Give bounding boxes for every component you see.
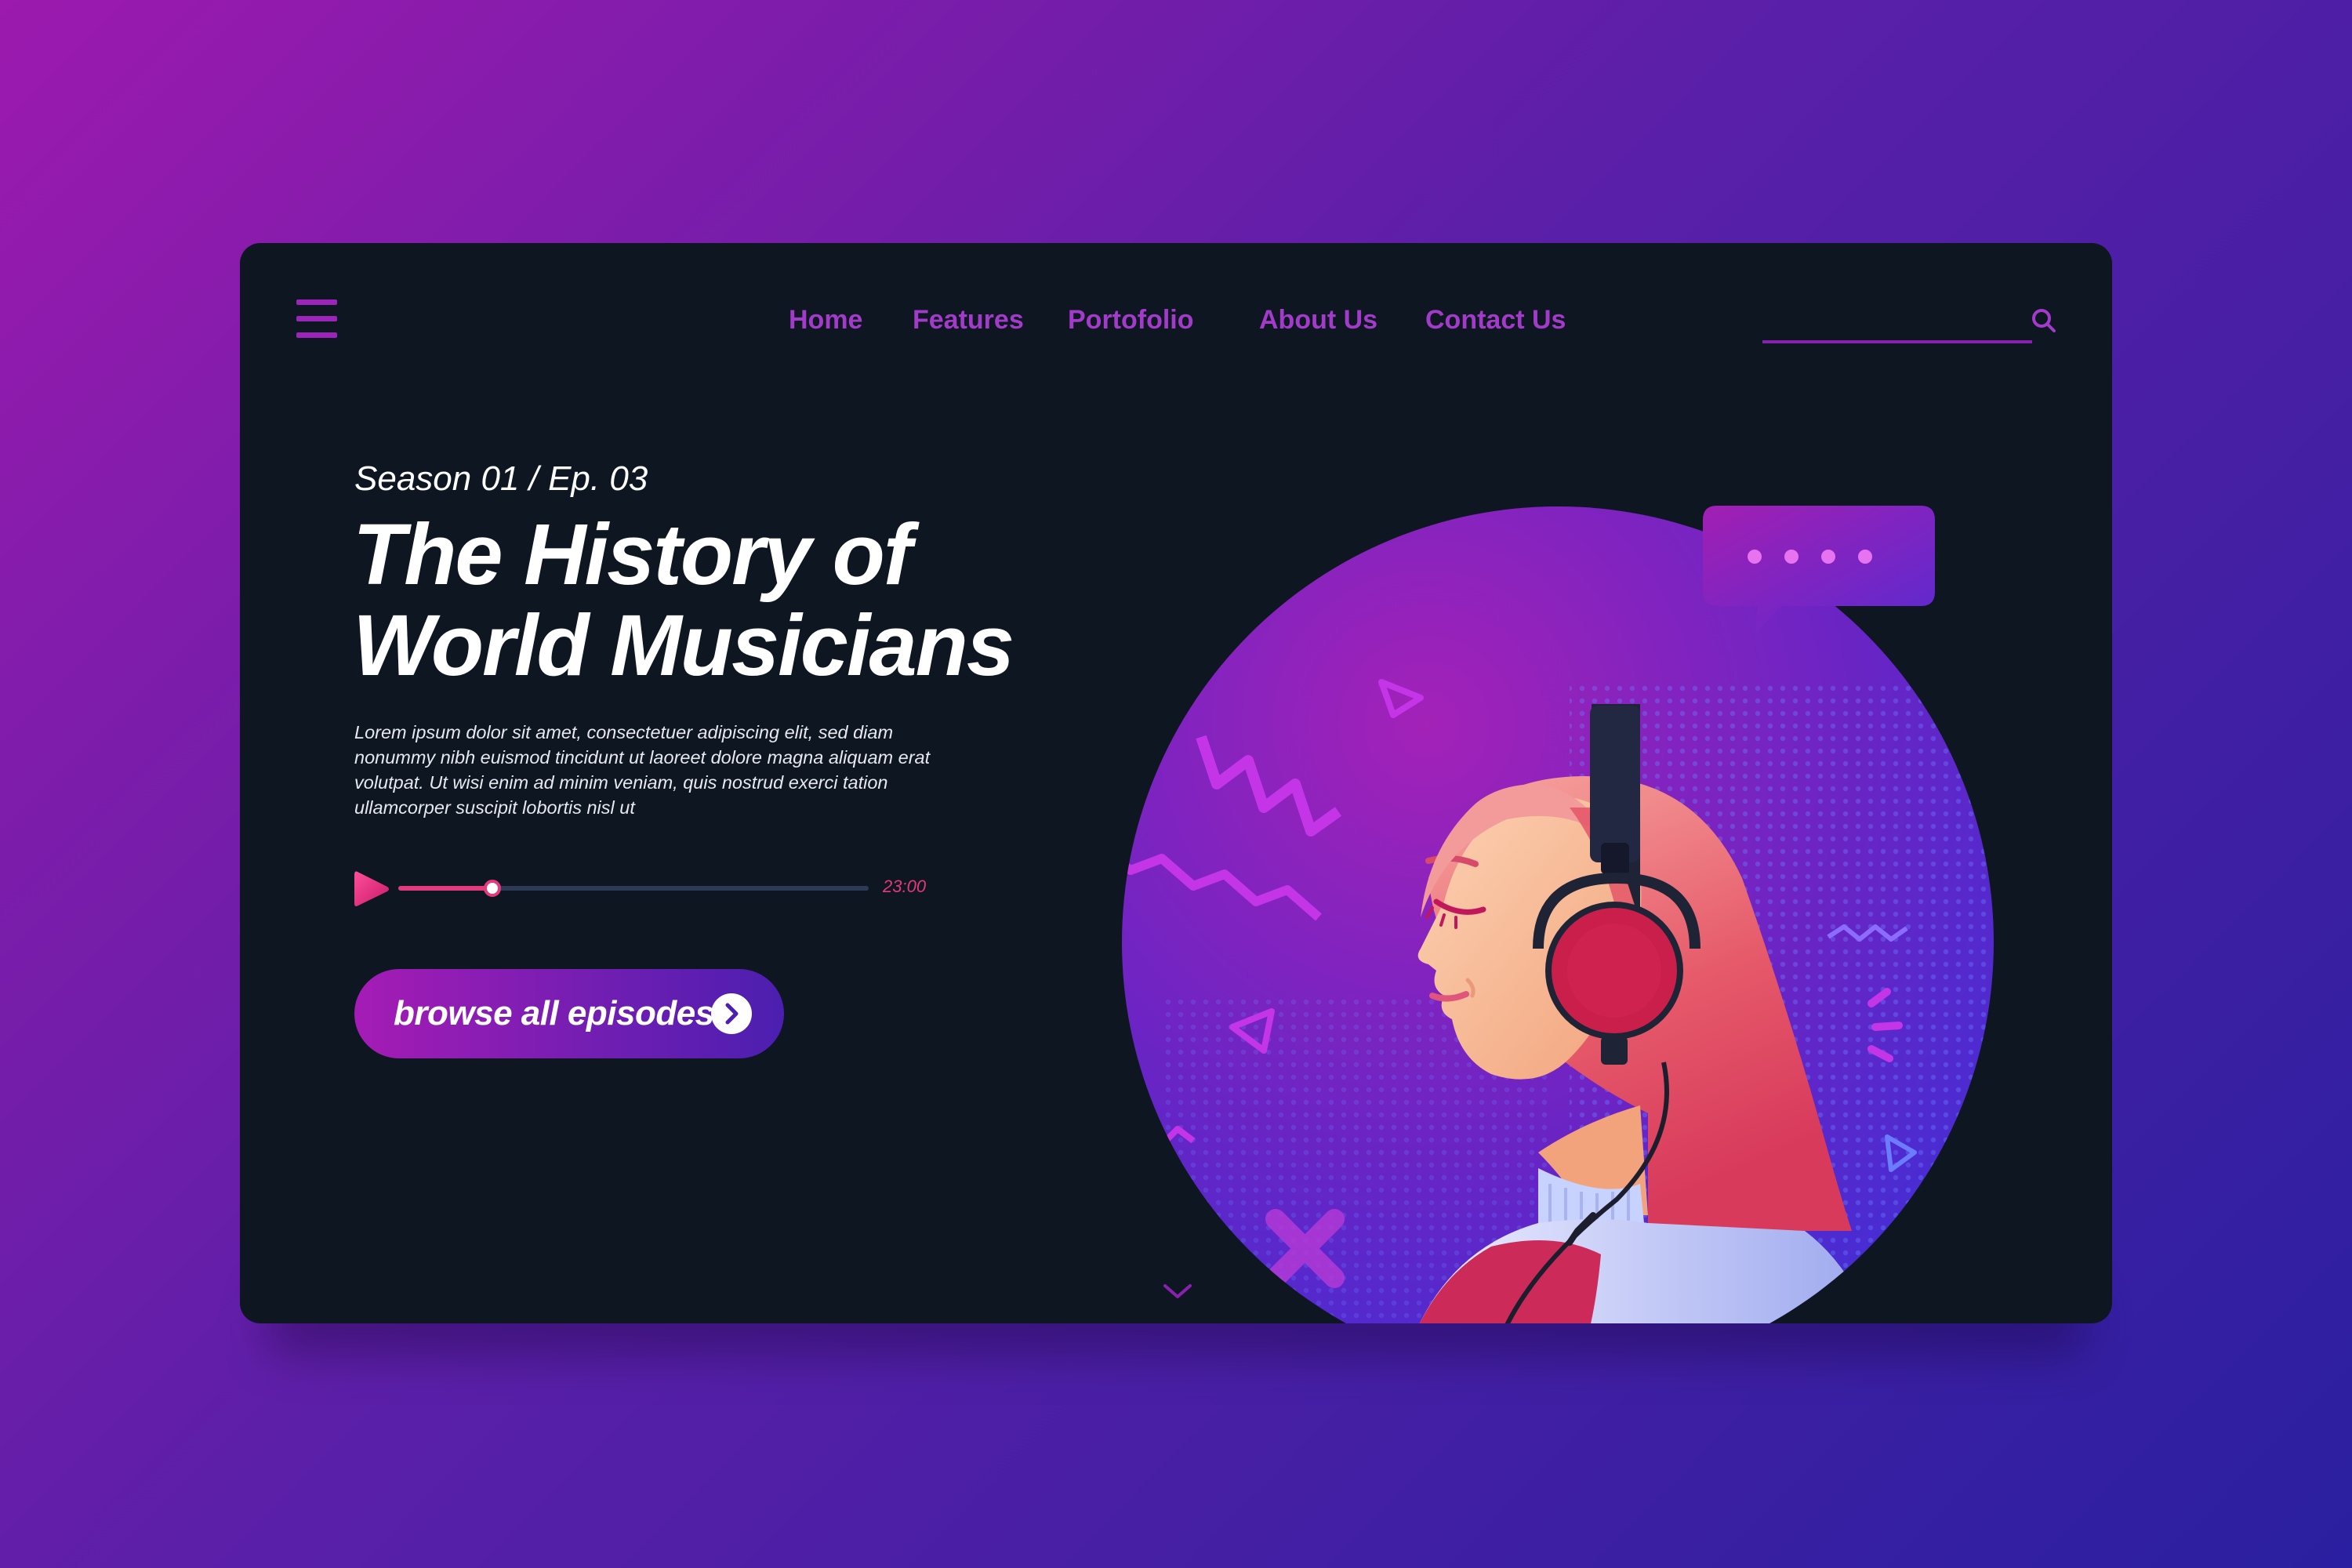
- progress-track[interactable]: [398, 880, 869, 897]
- podcast-listener-illustration: [1122, 506, 1994, 1323]
- browse-episodes-button[interactable]: browse all episodes: [354, 969, 784, 1058]
- title-line-2: World Musicians: [353, 597, 1014, 694]
- page-title: The History of World Musicians: [353, 506, 1014, 694]
- nav-link-home[interactable]: Home: [789, 298, 862, 342]
- progress-knob[interactable]: [484, 880, 501, 897]
- nav-link-features[interactable]: Features: [913, 298, 1024, 342]
- search-input[interactable]: [1762, 304, 2032, 343]
- duration-label: 23:00: [883, 877, 927, 896]
- play-icon[interactable]: [353, 869, 390, 909]
- progress-fill: [398, 886, 492, 891]
- title-line-1: The History of: [353, 506, 913, 603]
- search-icon[interactable]: [2031, 307, 2057, 334]
- browse-episodes-label: browse all episodes: [394, 994, 714, 1033]
- nav-link-portfolio[interactable]: Portofolio: [1068, 298, 1194, 342]
- episode-label: Season 01 / Ep. 03: [354, 459, 648, 498]
- landing-card: Home Features Portofolio About Us Contac…: [240, 243, 2112, 1323]
- nav-link-about-us[interactable]: About Us: [1259, 298, 1377, 342]
- description: Lorem ipsum dolor sit amet, consectetuer…: [354, 722, 931, 818]
- arrow-right-circle-icon: [711, 993, 752, 1034]
- search-box: [1762, 299, 2056, 343]
- nav-link-contact-us[interactable]: Contact Us: [1425, 298, 1566, 342]
